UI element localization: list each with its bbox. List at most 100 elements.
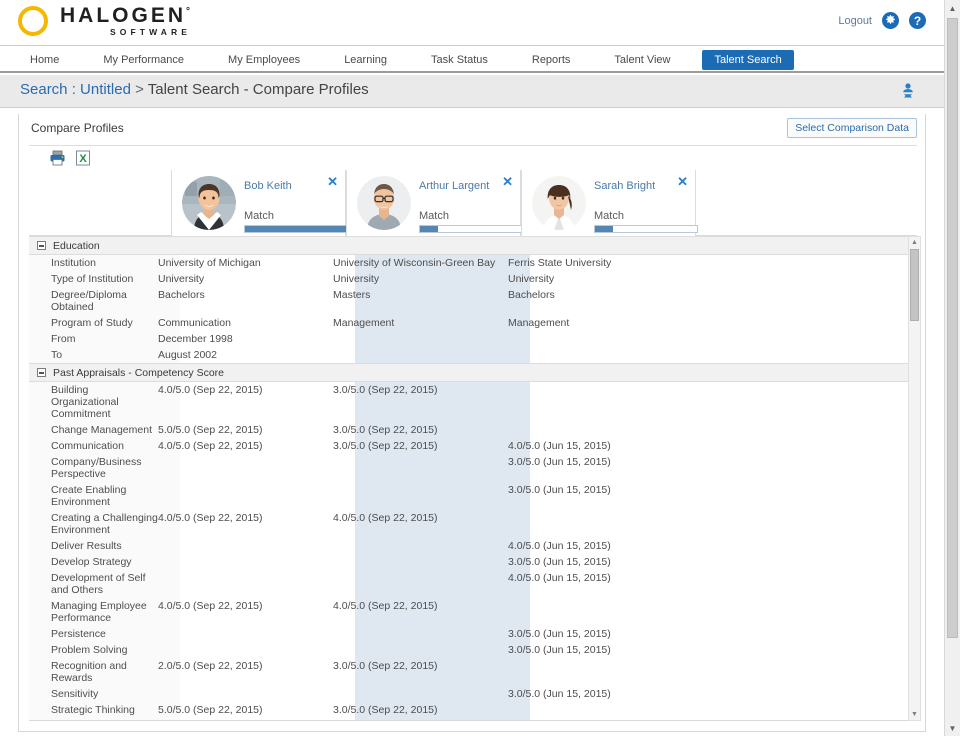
cell-profile-1: 5.0/5.0 (Sep 22, 2015)	[158, 702, 333, 718]
table-row: Type of InstitutionUniversityUniversityU…	[29, 271, 917, 287]
row-label: To	[29, 347, 158, 363]
profile-name[interactable]: Sarah Bright	[594, 180, 655, 192]
cell-profile-3: University	[508, 271, 683, 287]
section-header-past-appraisals-competency-score[interactable]: Past Appraisals - Competency Score	[29, 363, 917, 382]
row-label: Problem Solving	[29, 642, 158, 658]
nav-tab-list: Home My Performance My Employees Learnin…	[0, 46, 944, 73]
cell-profile-1: 2.0/5.0 (Sep 22, 2015)	[158, 658, 333, 686]
table-row: Persistence 3.0/5.0 (Jun 15, 2015)	[29, 626, 917, 642]
row-label: Company/Business Perspective	[29, 454, 158, 482]
match-bar	[244, 225, 348, 233]
page-scroll-down-icon[interactable]: ▼	[945, 720, 960, 736]
cell-profile-1: 4.0/5.0 (Sep 22, 2015)	[158, 438, 333, 454]
excel-export-icon[interactable]: X	[75, 150, 92, 166]
row-label: Program of Study	[29, 315, 158, 331]
nav-tab-my-employees[interactable]: My Employees	[216, 50, 312, 70]
breadcrumb-search-link[interactable]: Search :	[20, 81, 76, 98]
cell-profile-2: 4.0/5.0 (Sep 22, 2015)	[333, 598, 508, 626]
section-header-education[interactable]: Education	[29, 236, 917, 255]
section-grid-education: InstitutionUniversity of MichiganUnivers…	[29, 255, 917, 363]
logo-subtitle-text: SOFTWARE	[60, 28, 193, 37]
table-row: Take and Share Responsibility 4.0/5.0 (J…	[29, 718, 917, 721]
svg-text:X: X	[79, 153, 87, 165]
nav-tab-talent-search[interactable]: Talent Search	[702, 50, 793, 70]
nav-tab-task-status[interactable]: Task Status	[419, 50, 500, 70]
comparison-scroll-body[interactable]: EducationInstitutionUniversity of Michig…	[29, 236, 917, 721]
close-icon[interactable]: ✕	[677, 175, 688, 188]
nav-tab-reports[interactable]: Reports	[520, 50, 583, 70]
cell-profile-3: 3.0/5.0 (Jun 15, 2015)	[508, 554, 683, 570]
table-row: Program of StudyCommunicationManagementM…	[29, 315, 917, 331]
person-share-icon[interactable]	[900, 83, 916, 100]
nav-tab-learning[interactable]: Learning	[332, 50, 399, 70]
collapse-toggle-icon[interactable]	[37, 241, 46, 250]
cell-profile-1	[158, 454, 333, 482]
card-divider	[29, 145, 917, 146]
avatar	[357, 176, 411, 230]
cell-profile-2	[333, 570, 508, 598]
close-icon[interactable]: ✕	[502, 175, 513, 188]
table-row: Communication4.0/5.0 (Sep 22, 2015)3.0/5…	[29, 438, 917, 454]
main-navigation: Home My Performance My Employees Learnin…	[0, 46, 944, 73]
cell-profile-3: 4.0/5.0 (Jun 15, 2015)	[508, 538, 683, 554]
table-row: Degree/Diploma ObtainedBachelorsMastersB…	[29, 287, 917, 315]
profile-card-3[interactable]: Sarah Bright Match ✕	[521, 170, 696, 236]
table-row: FromDecember 1998	[29, 331, 917, 347]
cell-profile-2	[333, 554, 508, 570]
logo-superscript: °	[186, 6, 193, 17]
table-row: Recognition and Rewards2.0/5.0 (Sep 22, …	[29, 658, 917, 686]
cell-profile-1	[158, 686, 333, 702]
nav-tab-my-performance[interactable]: My Performance	[91, 50, 196, 70]
row-label: Communication	[29, 438, 158, 454]
nav-tab-talent-view[interactable]: Talent View	[602, 50, 682, 70]
cell-profile-2: 4.0/5.0 (Sep 22, 2015)	[333, 510, 508, 538]
match-bar	[594, 225, 698, 233]
profile-name[interactable]: Bob Keith	[244, 180, 292, 192]
breadcrumb-untitled-link[interactable]: Untitled	[80, 81, 131, 98]
profile-card-1[interactable]: Bob Keith Match ✕	[171, 170, 346, 236]
cell-profile-2: 3.0/5.0 (Sep 22, 2015)	[333, 422, 508, 438]
card-toolbar: X	[49, 150, 92, 166]
help-icon[interactable]: ?	[909, 12, 926, 29]
cell-profile-1	[158, 538, 333, 554]
section-title: Past Appraisals - Competency Score	[53, 367, 224, 379]
table-row: InstitutionUniversity of MichiganUnivers…	[29, 255, 917, 271]
logo-ring-icon	[18, 6, 48, 36]
cell-profile-2	[333, 454, 508, 482]
cell-profile-2	[333, 686, 508, 702]
match-bar	[419, 225, 523, 233]
cell-profile-3: 4.0/5.0 (Jun 15, 2015)	[508, 718, 683, 721]
page-scroll-thumb[interactable]	[947, 18, 958, 638]
page-scroll-up-icon[interactable]: ▲	[945, 0, 960, 16]
match-label: Match	[244, 210, 274, 222]
cell-profile-3	[508, 331, 683, 347]
profile-card-2[interactable]: Arthur Largent Match ✕	[346, 170, 521, 236]
gear-icon[interactable]	[882, 12, 899, 29]
inner-vertical-scrollbar[interactable]: ▲ ▼	[908, 236, 921, 721]
top-right-actions: Logout ?	[838, 12, 926, 29]
cell-profile-3	[508, 702, 683, 718]
collapse-toggle-icon[interactable]	[37, 368, 46, 377]
scroll-up-arrow-icon[interactable]: ▲	[909, 237, 920, 248]
section-grid-past-appraisals-competency-score: Building Organizational Commitment4.0/5.…	[29, 382, 917, 721]
logout-link[interactable]: Logout	[838, 15, 872, 27]
row-label: Creating a Challenging Environment	[29, 510, 158, 538]
table-row: Develop Strategy 3.0/5.0 (Jun 15, 2015)	[29, 554, 917, 570]
page-title: Talent Search - Compare Profiles	[148, 81, 369, 98]
scroll-thumb[interactable]	[910, 249, 919, 321]
printer-icon[interactable]	[49, 150, 66, 166]
breadcrumb-band: Search : Untitled > Talent Search - Comp…	[0, 75, 944, 108]
select-comparison-data-button[interactable]: Select Comparison Data	[787, 118, 917, 138]
cell-profile-3	[508, 422, 683, 438]
close-icon[interactable]: ✕	[327, 175, 338, 188]
nav-tab-home[interactable]: Home	[18, 50, 71, 70]
cell-profile-1	[158, 482, 333, 510]
profile-name[interactable]: Arthur Largent	[419, 180, 489, 192]
table-row: Deliver Results 4.0/5.0 (Jun 15, 2015)	[29, 538, 917, 554]
cell-profile-2	[333, 482, 508, 510]
cell-profile-1	[158, 642, 333, 658]
cell-profile-3: 3.0/5.0 (Jun 15, 2015)	[508, 626, 683, 642]
page-vertical-scrollbar[interactable]: ▲ ▼	[944, 0, 960, 736]
scroll-down-arrow-icon[interactable]: ▼	[909, 709, 920, 720]
cell-profile-1: August 2002	[158, 347, 333, 363]
